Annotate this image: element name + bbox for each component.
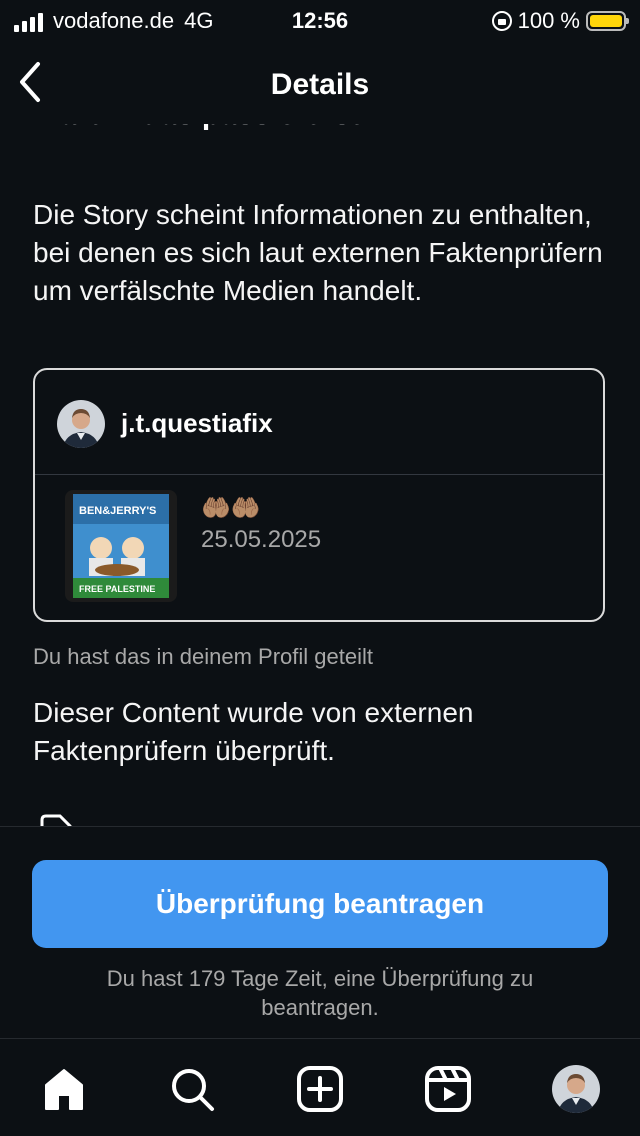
orientation-lock-icon <box>491 11 512 31</box>
home-icon <box>45 1069 83 1110</box>
shared-note: Du hast das in deinem Profil geteilt <box>33 644 373 669</box>
post-thumbnail[interactable]: BEN&JERRY'S FREE PALESTINE <box>65 490 177 602</box>
avatar[interactable] <box>57 400 105 448</box>
thumbnail-caption-text: FREE PALESTINE <box>79 584 155 594</box>
header: Details <box>0 44 640 124</box>
battery-icon <box>586 11 629 31</box>
status-right: 100 % <box>491 8 629 34</box>
search-tab[interactable] <box>166 1063 218 1115</box>
status-bar: vodafone.de 4G 12:56 100 % <box>0 0 640 44</box>
footer-divider <box>0 826 640 827</box>
request-review-button[interactable]: Überprüfung beantragen <box>32 860 608 948</box>
deadline-text: Du hast 179 Tage Zeit, eine Überprüfung … <box>106 966 534 1020</box>
post-date: 25.05.2025 <box>201 526 322 553</box>
create-icon <box>297 1066 343 1112</box>
page-title: Details <box>270 68 370 101</box>
section-heading: Warum das passiert ist <box>33 124 360 132</box>
fact-checked-text: Dieser Content wurde von externen Fakten… <box>33 697 474 766</box>
tab-bar <box>0 1038 640 1136</box>
details-scroll-area[interactable]: Warum das passiert ist Die Story scheint… <box>0 124 640 827</box>
home-tab[interactable] <box>38 1063 90 1115</box>
post-username[interactable]: j.t.questiafix <box>121 408 273 439</box>
profile-tab[interactable] <box>550 1063 602 1115</box>
search-icon <box>172 1069 214 1111</box>
description-text: Die Story scheint Informationen zu entha… <box>33 199 603 306</box>
reels-tab[interactable] <box>422 1063 474 1115</box>
post-card[interactable]: j.t.questiafix BEN&JERRY'S FREE PALESTIN… <box>33 368 605 622</box>
create-tab[interactable] <box>294 1063 346 1115</box>
profile-avatar <box>552 1065 600 1113</box>
thumbnail-brand-text: BEN&JERRY'S <box>79 505 156 517</box>
post-card-header: j.t.questiafix <box>35 370 603 475</box>
battery-percent: 100 % <box>517 8 580 33</box>
reels-icon <box>425 1066 471 1112</box>
post-emoji: 🤲🏽🤲🏽 <box>201 495 261 522</box>
